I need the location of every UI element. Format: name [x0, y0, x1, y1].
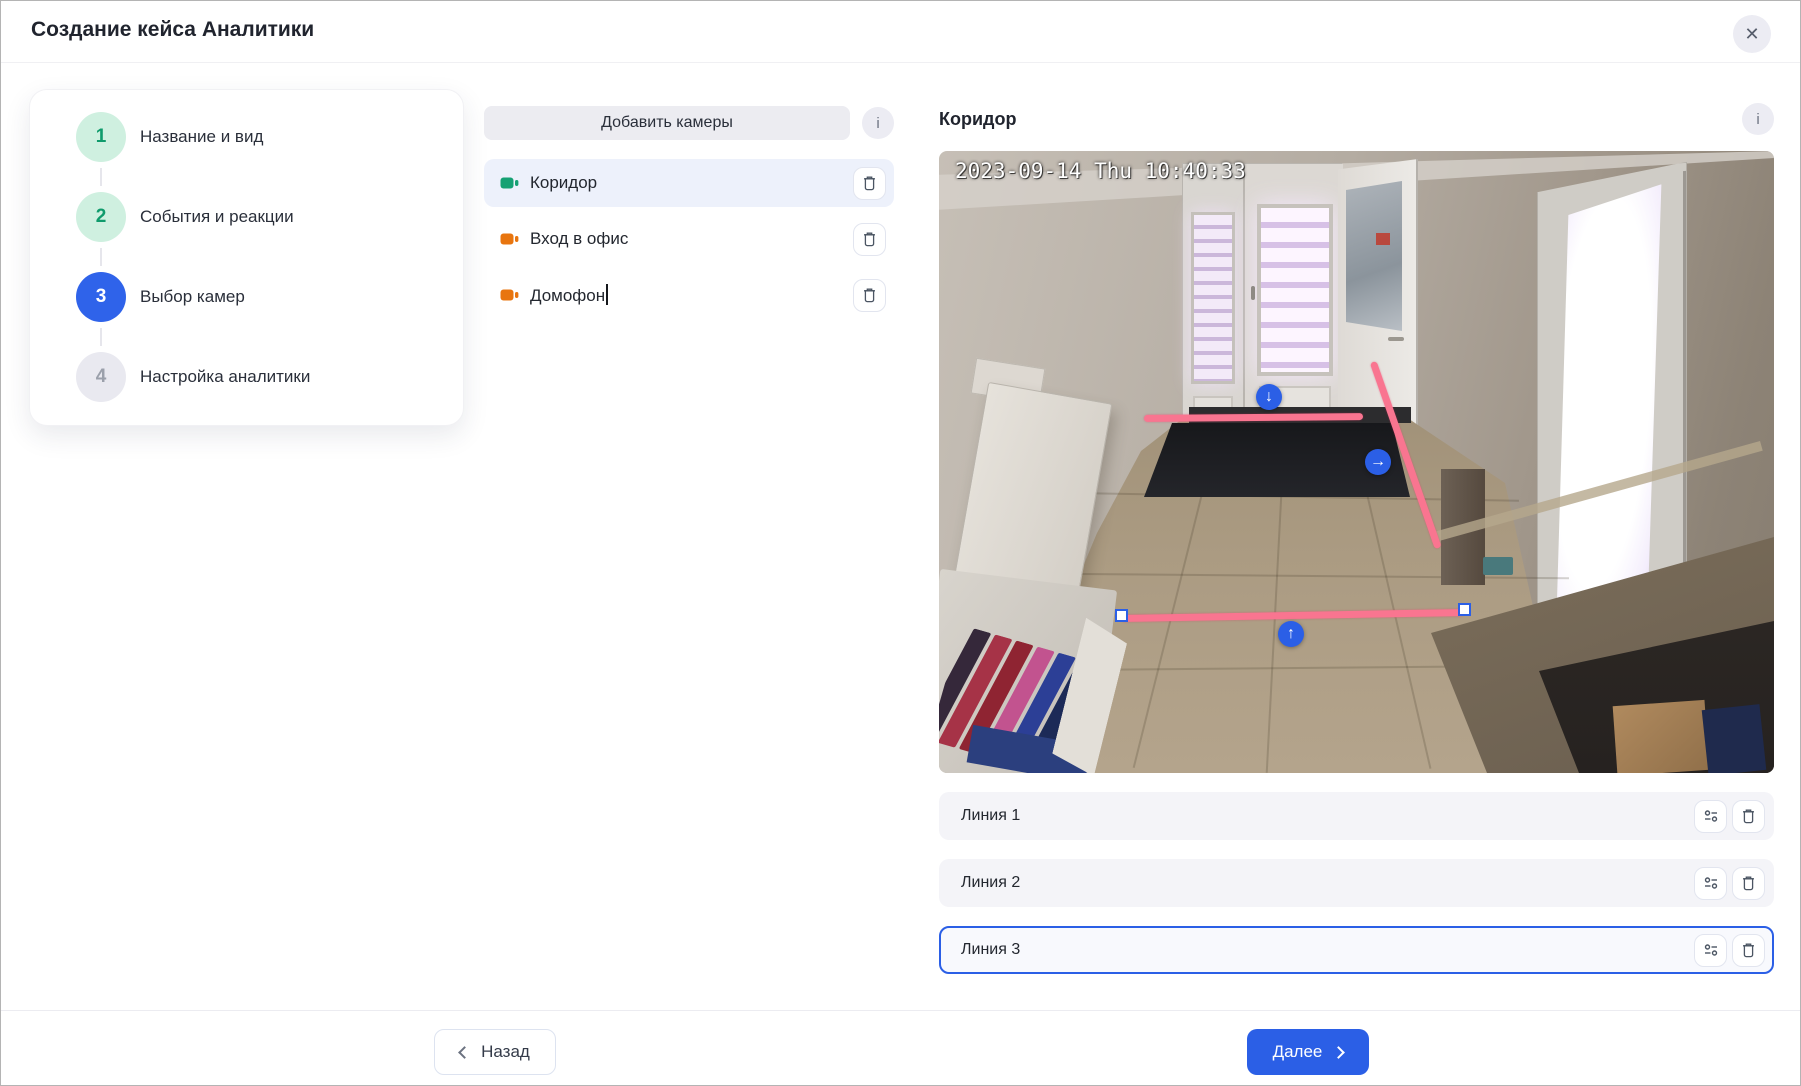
trash-icon [862, 175, 877, 191]
trash-icon [1741, 942, 1756, 958]
line-3-endpoint-handle-left[interactable] [1115, 609, 1128, 622]
step-connector [100, 168, 102, 186]
delete-line-button[interactable] [1732, 867, 1765, 900]
step-number-badge: 1 [76, 112, 126, 162]
scene-teal-object [1483, 557, 1513, 575]
step-number-badge: 3 [76, 272, 126, 322]
line-row-1[interactable]: Линия 1 [939, 792, 1774, 840]
sliders-icon [1703, 875, 1719, 891]
scene-door-blinds [1257, 204, 1333, 376]
delete-camera-button[interactable] [853, 279, 886, 312]
video-camera-icon [500, 176, 520, 190]
line-label: Линия 3 [961, 941, 1689, 959]
back-button[interactable]: Назад [434, 1029, 556, 1075]
line-3-direction-arrow[interactable]: ↑ [1278, 621, 1304, 647]
sliders-icon [1703, 808, 1719, 824]
sliders-icon [1703, 942, 1719, 958]
line-settings-button[interactable] [1694, 800, 1727, 833]
delete-line-button[interactable] [1732, 934, 1765, 967]
scene-leaf-glass [1346, 181, 1402, 331]
preview-camera-title: Коридор [939, 109, 1016, 130]
chevron-left-icon [458, 1046, 471, 1059]
line-settings-button[interactable] [1694, 867, 1727, 900]
camera-row-koridor[interactable]: Коридор [484, 159, 894, 207]
info-icon: i [1756, 111, 1759, 128]
step-number-badge: 4 [76, 352, 126, 402]
add-cameras-button[interactable]: Добавить камеры [484, 106, 850, 140]
scene-leaf-handle [1388, 337, 1404, 341]
camera-name: Коридор [530, 173, 853, 193]
line-3-endpoint-handle-right[interactable] [1458, 603, 1471, 616]
video-frame-canvas[interactable]: ↓ → ↑ 2023-09-14 Thu 10:40:33 [939, 151, 1774, 773]
next-button[interactable]: Далее [1247, 1029, 1369, 1075]
line-row-2[interactable]: Линия 2 [939, 859, 1774, 907]
chevron-right-icon [1333, 1046, 1346, 1059]
text-caret [606, 284, 608, 305]
step-item-4[interactable]: 4 Настройка аналитики [76, 352, 463, 402]
cameras-info-button[interactable]: i [862, 107, 894, 139]
camera-name: Вход в офис [530, 229, 853, 249]
close-icon: ✕ [1744, 24, 1759, 45]
delete-camera-button[interactable] [853, 167, 886, 200]
delete-camera-button[interactable] [853, 223, 886, 256]
trash-icon [1741, 808, 1756, 824]
preview-info-button[interactable]: i [1742, 103, 1774, 135]
line-label: Линия 2 [961, 874, 1689, 892]
dialog-header: Создание кейса Аналитики ✕ [1, 1, 1800, 63]
camera-row-domofon[interactable]: Домофон [484, 271, 894, 319]
step-label: Выбор камер [140, 287, 245, 307]
line-row-3-selected[interactable]: Линия 3 [939, 926, 1774, 974]
scene-navy-box [1702, 704, 1767, 773]
trash-icon [862, 231, 877, 247]
info-icon: i [876, 115, 879, 132]
scene-main-door [1243, 164, 1343, 426]
step-label: Настройка аналитики [140, 367, 310, 387]
step-label: Название и вид [140, 127, 263, 147]
step-item-3-active[interactable]: 3 Выбор камер [76, 272, 463, 322]
camera-preview-panel: Коридор i [939, 97, 1774, 974]
step-item-1[interactable]: 1 Название и вид [76, 112, 463, 162]
video-camera-icon [500, 232, 520, 246]
line-2-direction-arrow[interactable]: → [1365, 449, 1391, 475]
camera-list-panel: Добавить камеры i Коридор Вход в офис [484, 106, 894, 327]
camera-row-vhod-v-ofis[interactable]: Вход в офис [484, 215, 894, 263]
step-connector [100, 328, 102, 346]
line-label: Линия 1 [961, 807, 1689, 825]
step-item-2[interactable]: 2 События и реакции [76, 192, 463, 242]
line-settings-button[interactable] [1694, 934, 1727, 967]
video-timestamp: 2023-09-14 Thu 10:40:33 [955, 159, 1246, 183]
scene-door-handle [1251, 286, 1255, 300]
page-title: Создание кейса Аналитики [31, 18, 314, 42]
camera-name-editing[interactable]: Домофон [530, 284, 853, 306]
line-1-direction-arrow[interactable]: ↓ [1256, 384, 1282, 410]
trash-icon [862, 287, 877, 303]
scene-red-sign [1376, 233, 1390, 245]
create-analytics-case-dialog: Создание кейса Аналитики ✕ 1 Название и … [0, 0, 1801, 1086]
delete-line-button[interactable] [1732, 800, 1765, 833]
wizard-steps-card: 1 Название и вид 2 События и реакции 3 В… [29, 89, 464, 426]
scene-sidelight-blinds [1191, 212, 1235, 384]
dialog-footer: Назад Далее [1, 1010, 1800, 1085]
scene-cardboard-box [1613, 700, 1710, 773]
step-number-badge: 2 [76, 192, 126, 242]
step-label: События и реакции [140, 207, 294, 227]
close-button[interactable]: ✕ [1733, 15, 1771, 53]
video-camera-icon [500, 288, 520, 302]
step-connector [100, 248, 102, 266]
trash-icon [1741, 875, 1756, 891]
